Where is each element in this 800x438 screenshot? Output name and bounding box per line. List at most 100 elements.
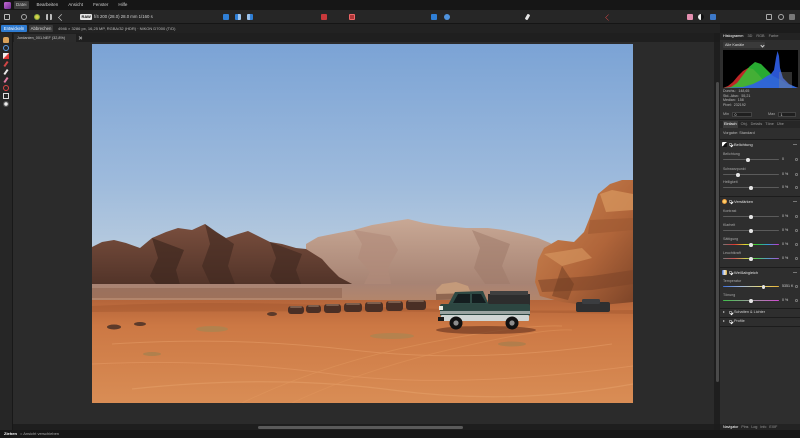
slider-track[interactable]: [723, 298, 779, 303]
eyedropper-icon[interactable]: [524, 13, 531, 21]
section-profiles[interactable]: Profile: [720, 318, 800, 325]
slider-track[interactable]: [723, 172, 779, 177]
split-compare-icon[interactable]: [235, 14, 241, 20]
reset-icon[interactable]: [795, 243, 798, 246]
slider-handle[interactable]: [749, 185, 753, 190]
slider-exposure[interactable]: Belichtung 0: [720, 152, 800, 165]
tab-navigator[interactable]: Navigator: [723, 424, 738, 430]
overlay-paint-icon[interactable]: [3, 76, 9, 84]
horizontal-scroll-thumb[interactable]: [258, 425, 463, 429]
slider-handle[interactable]: [736, 172, 740, 177]
slider-value[interactable]: 0 %: [782, 214, 788, 219]
slider-track[interactable]: [723, 214, 779, 219]
tab-histogram[interactable]: Histogramm: [723, 33, 743, 40]
slider-contrast[interactable]: Kontrast 0 %: [720, 209, 800, 222]
slider-track[interactable]: [723, 185, 779, 190]
reset-icon[interactable]: [795, 186, 798, 189]
section-exposure[interactable]: Belichtung: [720, 141, 800, 148]
tab-objektiv[interactable]: Obj.: [741, 121, 748, 128]
slider-track[interactable]: [723, 157, 779, 162]
slider-value[interactable]: 5351 K: [782, 284, 793, 289]
cancel-button[interactable]: Abbrechen: [29, 25, 53, 32]
clip-highlights-icon[interactable]: [321, 14, 327, 20]
slider-track[interactable]: [723, 256, 779, 261]
slider-handle[interactable]: [749, 256, 753, 261]
menu-hilfe[interactable]: Hilfe: [116, 1, 129, 9]
slider-value[interactable]: 0 %: [782, 185, 788, 190]
menu-datei[interactable]: Datei: [14, 1, 29, 9]
section-menu-icon[interactable]: [793, 144, 797, 145]
clipping-icon[interactable]: [21, 14, 27, 20]
max-field[interactable]: 1: [778, 112, 796, 117]
blue-swatch-icon[interactable]: [710, 14, 716, 20]
slider-track[interactable]: [723, 228, 779, 233]
slider-handle[interactable]: [749, 242, 753, 247]
tab-3d[interactable]: 3D: [747, 33, 752, 40]
slider-value[interactable]: 0 %: [782, 228, 788, 233]
reset-icon[interactable]: [795, 229, 798, 232]
red-eye-tool-icon[interactable]: [3, 85, 9, 91]
hand-tool-icon[interactable]: [3, 37, 9, 43]
profiles-checkbox[interactable]: [729, 320, 732, 323]
reset-icon[interactable]: [795, 285, 798, 288]
slider-value[interactable]: 0 %: [782, 298, 788, 303]
canvas[interactable]: [13, 42, 714, 424]
section-menu-icon[interactable]: [793, 201, 797, 202]
before-after-icon[interactable]: [34, 14, 40, 20]
brush-tool-icon[interactable]: [3, 68, 9, 76]
slider-handle[interactable]: [761, 284, 766, 289]
white-balance-checkbox[interactable]: [729, 271, 732, 274]
slider-tint[interactable]: Tönung 0 %: [720, 293, 800, 306]
red-arrow-icon[interactable]: [605, 14, 612, 21]
slider-value[interactable]: 0 %: [782, 172, 788, 177]
section-enhance[interactable]: Verstärken: [720, 198, 800, 205]
channel-dropdown[interactable]: Alle Kanäle: [723, 42, 765, 48]
mirror-view-icon[interactable]: [247, 14, 253, 20]
reset-icon[interactable]: [795, 173, 798, 176]
slider-vibrance[interactable]: Leuchtkraft 0 %: [720, 251, 800, 264]
menu-bearbeiten[interactable]: Bearbeiten: [35, 1, 61, 9]
tab-farbe[interactable]: Farbe: [769, 33, 779, 40]
slider-black-point[interactable]: Schwarzpunkt 0 %: [720, 167, 800, 180]
vertical-scroll-thumb[interactable]: [715, 82, 719, 382]
blemish-tool-icon[interactable]: [3, 60, 9, 68]
slider-handle[interactable]: [746, 157, 750, 162]
slider-value[interactable]: 0: [782, 157, 784, 162]
tab-log[interactable]: Log: [751, 424, 757, 430]
slider-handle[interactable]: [749, 214, 753, 219]
slider-temperature[interactable]: Temperatur 5351 K: [720, 279, 800, 292]
develop-button[interactable]: Entwickeln: [1, 25, 27, 32]
reset-icon[interactable]: [795, 158, 798, 161]
tab-details[interactable]: Details: [751, 121, 763, 128]
menu-fenster[interactable]: Fenster: [91, 1, 110, 9]
tab-einfach[interactable]: Einfach: [723, 121, 738, 128]
slider-value[interactable]: 0 %: [782, 242, 788, 247]
reset-icon[interactable]: [795, 215, 798, 218]
slider-track[interactable]: [723, 284, 779, 289]
slider-saturation[interactable]: Sättigung 0 %: [720, 237, 800, 250]
contrast-circle-icon[interactable]: [698, 14, 704, 20]
help-icon[interactable]: [789, 14, 795, 20]
min-field[interactable]: 0: [732, 112, 752, 117]
split-view-icon[interactable]: [46, 14, 52, 20]
tab-rgb[interactable]: RGB: [756, 33, 764, 40]
section-menu-icon[interactable]: [793, 272, 797, 273]
preset-row[interactable]: Vorgabe: Standard: [723, 130, 755, 136]
close-icon[interactable]: [79, 36, 82, 39]
color-swatch-icon[interactable]: [687, 14, 693, 20]
shadows-highlights-checkbox[interactable]: [729, 311, 732, 314]
section-shadows-highlights[interactable]: Schatten & Lichter: [720, 309, 800, 316]
tab-exif[interactable]: EXIF: [769, 424, 777, 430]
enhance-checkbox[interactable]: [729, 200, 732, 203]
slider-track[interactable]: [723, 242, 779, 247]
exposure-checkbox[interactable]: [729, 143, 732, 146]
reset-icon[interactable]: [795, 257, 798, 260]
share-icon[interactable]: [58, 14, 65, 21]
slider-clarity[interactable]: Klarheit 0 %: [720, 223, 800, 236]
slider-handle[interactable]: [749, 298, 753, 303]
panel-toggle-icon[interactable]: [766, 14, 772, 20]
section-white-balance[interactable]: Weißabgleich: [720, 269, 800, 276]
reset-icon[interactable]: [795, 299, 798, 302]
white-balance-picker-icon[interactable]: [431, 14, 437, 20]
zoom-tool-icon[interactable]: [3, 45, 9, 51]
